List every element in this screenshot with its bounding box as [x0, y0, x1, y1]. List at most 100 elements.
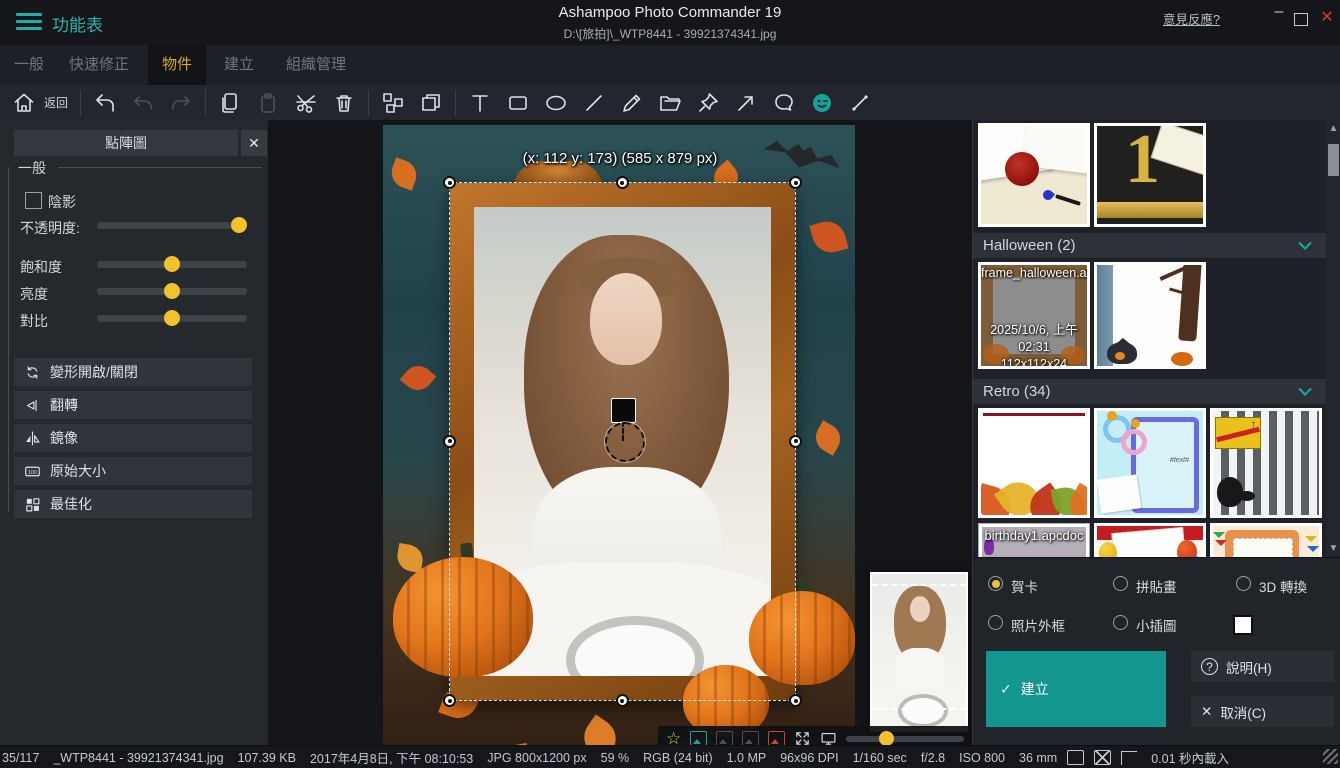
status-iso: ISO 800	[959, 751, 1005, 765]
template-thumbnail-frame-halloween-hovered[interactable]: frame_halloween.apcdoc 2025/10/6, 上午 02:…	[978, 262, 1090, 369]
back-button[interactable]: 返回	[44, 94, 68, 111]
smiley-tool-icon[interactable]	[810, 91, 834, 115]
brightness-label: 亮度	[20, 284, 48, 304]
template-thumbnail-orange-frame[interactable]	[1210, 523, 1322, 557]
selection-handle[interactable]	[443, 694, 456, 707]
rotation-center-marker[interactable]	[605, 422, 645, 462]
transform-toggle-button[interactable]: 變形開啟/關閉	[14, 358, 252, 386]
cut-icon[interactable]	[294, 91, 318, 115]
selection-handle[interactable]	[443, 435, 456, 448]
flip-button[interactable]: 翻轉	[14, 391, 252, 419]
scrollbar-thumb[interactable]	[1328, 144, 1339, 176]
scroll-up-icon[interactable]: ▲	[1326, 123, 1340, 134]
create-button[interactable]: ✓ 建立	[986, 651, 1166, 727]
line-tool-icon[interactable]	[582, 91, 606, 115]
chevron-down-icon[interactable]	[1298, 241, 1312, 250]
text-tool-icon[interactable]	[468, 91, 492, 115]
undo-icon[interactable]	[131, 91, 155, 115]
tab-create[interactable]: 建立	[210, 45, 268, 85]
cancel-button[interactable]: ✕ 取消(C)	[1191, 696, 1334, 727]
undo-all-icon[interactable]	[93, 91, 117, 115]
template-thumbnail-baby[interactable]: #text#	[1094, 408, 1206, 518]
reject-image-icon[interactable]	[768, 731, 785, 745]
group-icon[interactable]	[381, 91, 405, 115]
saturation-slider[interactable]	[97, 261, 247, 268]
color-swatch[interactable]	[1233, 615, 1253, 635]
rating-star-icon[interactable]: ☆	[666, 729, 681, 746]
panel-close-icon[interactable]: ✕	[241, 130, 267, 156]
pencil-tool-icon[interactable]	[620, 91, 644, 115]
rotation-pivot-handle[interactable]	[611, 398, 636, 423]
radio-vignette[interactable]	[1113, 615, 1128, 630]
view-mode-icon-active[interactable]	[690, 731, 707, 745]
ungroup-icon[interactable]	[419, 91, 443, 115]
tab-objects[interactable]: 物件	[148, 45, 206, 85]
copy-icon[interactable]	[218, 91, 242, 115]
contrast-slider[interactable]	[97, 315, 247, 322]
fit-to-screen-icon[interactable]	[794, 730, 811, 745]
radio-photo-frame[interactable]	[988, 615, 1003, 630]
help-button[interactable]: ? 說明(H)	[1191, 651, 1334, 682]
pin-tool-icon[interactable]	[696, 91, 720, 115]
optimize-button[interactable]: 最佳化	[14, 490, 252, 518]
radio-collage[interactable]	[1113, 576, 1128, 591]
question-icon: ?	[1201, 658, 1218, 675]
template-thumbnail-autumn-leaves[interactable]	[978, 408, 1090, 518]
selection-handle[interactable]	[616, 694, 629, 707]
template-thumbnail-wax-seal[interactable]	[978, 123, 1090, 227]
section-header-retro[interactable]: Retro (34)	[973, 379, 1326, 404]
speech-bubble-tool-icon[interactable]	[772, 91, 796, 115]
straight-line-tool-icon[interactable]	[848, 91, 872, 115]
tab-organize[interactable]: 組織管理	[272, 45, 360, 85]
status-focal: 36 mm	[1019, 751, 1057, 765]
monitor-icon[interactable]	[820, 730, 837, 745]
redo-icon[interactable]	[169, 91, 193, 115]
view-mode-icon[interactable]	[716, 731, 733, 745]
maximize-button[interactable]	[1294, 13, 1308, 26]
selection-handle[interactable]	[789, 435, 802, 448]
navigator-preview[interactable]	[870, 572, 968, 732]
selection-handle[interactable]	[616, 176, 629, 189]
rectangle-tool-icon[interactable]	[506, 91, 530, 115]
mirror-button[interactable]: 鏡像	[14, 424, 252, 452]
minimize-button[interactable]: –	[1268, 2, 1290, 22]
chevron-down-icon[interactable]	[1298, 387, 1312, 396]
section-header-halloween[interactable]: Halloween (2)	[973, 233, 1326, 258]
opacity-slider[interactable]	[97, 222, 247, 229]
radio-3d-transform[interactable]	[1236, 576, 1251, 591]
templates-scrollbar[interactable]: ▲ ▼	[1326, 120, 1340, 557]
home-icon[interactable]	[12, 91, 36, 115]
selection-handle[interactable]	[443, 176, 456, 189]
mirror-icon	[24, 430, 41, 447]
shadow-checkbox[interactable]	[25, 192, 42, 209]
selection-handle[interactable]	[789, 176, 802, 189]
template-thumbnail-gold-one[interactable]: 1	[1094, 123, 1206, 227]
tab-quick-fix[interactable]: 快速修正	[55, 45, 143, 85]
template-thumbnail-birthday1-selected[interactable]: birthday1.apcdoc	[978, 523, 1090, 557]
close-button[interactable]: ✕	[1316, 8, 1338, 28]
music-note-graphic	[1217, 477, 1243, 507]
delete-icon[interactable]	[332, 91, 356, 115]
template-thumbnail-prison-bars[interactable]: ↑	[1210, 408, 1322, 518]
resize-grip[interactable]	[1323, 749, 1338, 764]
view-mode-icon[interactable]	[742, 731, 759, 745]
scroll-down-icon[interactable]: ▼	[1326, 543, 1340, 554]
arrow-tool-icon[interactable]	[734, 91, 758, 115]
template-thumbnail-halloween-trees[interactable]	[1094, 262, 1206, 369]
brightness-slider[interactable]	[97, 288, 247, 295]
ellipse-tool-icon[interactable]	[544, 91, 568, 115]
selection-handle[interactable]	[789, 694, 802, 707]
status-filesize: 107.39 KB	[238, 751, 296, 765]
status-color-mode: RGB (24 bit)	[643, 751, 712, 765]
paste-icon[interactable]	[256, 91, 280, 115]
application-window: 功能表 Ashampoo Photo Commander 19 D:\[旅拍]\…	[0, 0, 1340, 768]
zoom-slider[interactable]	[846, 736, 964, 742]
folder-icon[interactable]	[658, 91, 682, 115]
contrast-label: 對比	[20, 311, 48, 331]
radio-greeting-card[interactable]	[988, 576, 1003, 591]
image-canvas[interactable]: (x: 112 y: 173) (585 x 879 px)	[268, 120, 972, 745]
tab-general[interactable]: 一般	[0, 45, 58, 85]
original-size-button[interactable]: 100 原始大小	[14, 457, 252, 485]
feedback-link[interactable]: 意見反應?	[1163, 9, 1220, 28]
template-thumbnail-balloons[interactable]	[1094, 523, 1206, 557]
